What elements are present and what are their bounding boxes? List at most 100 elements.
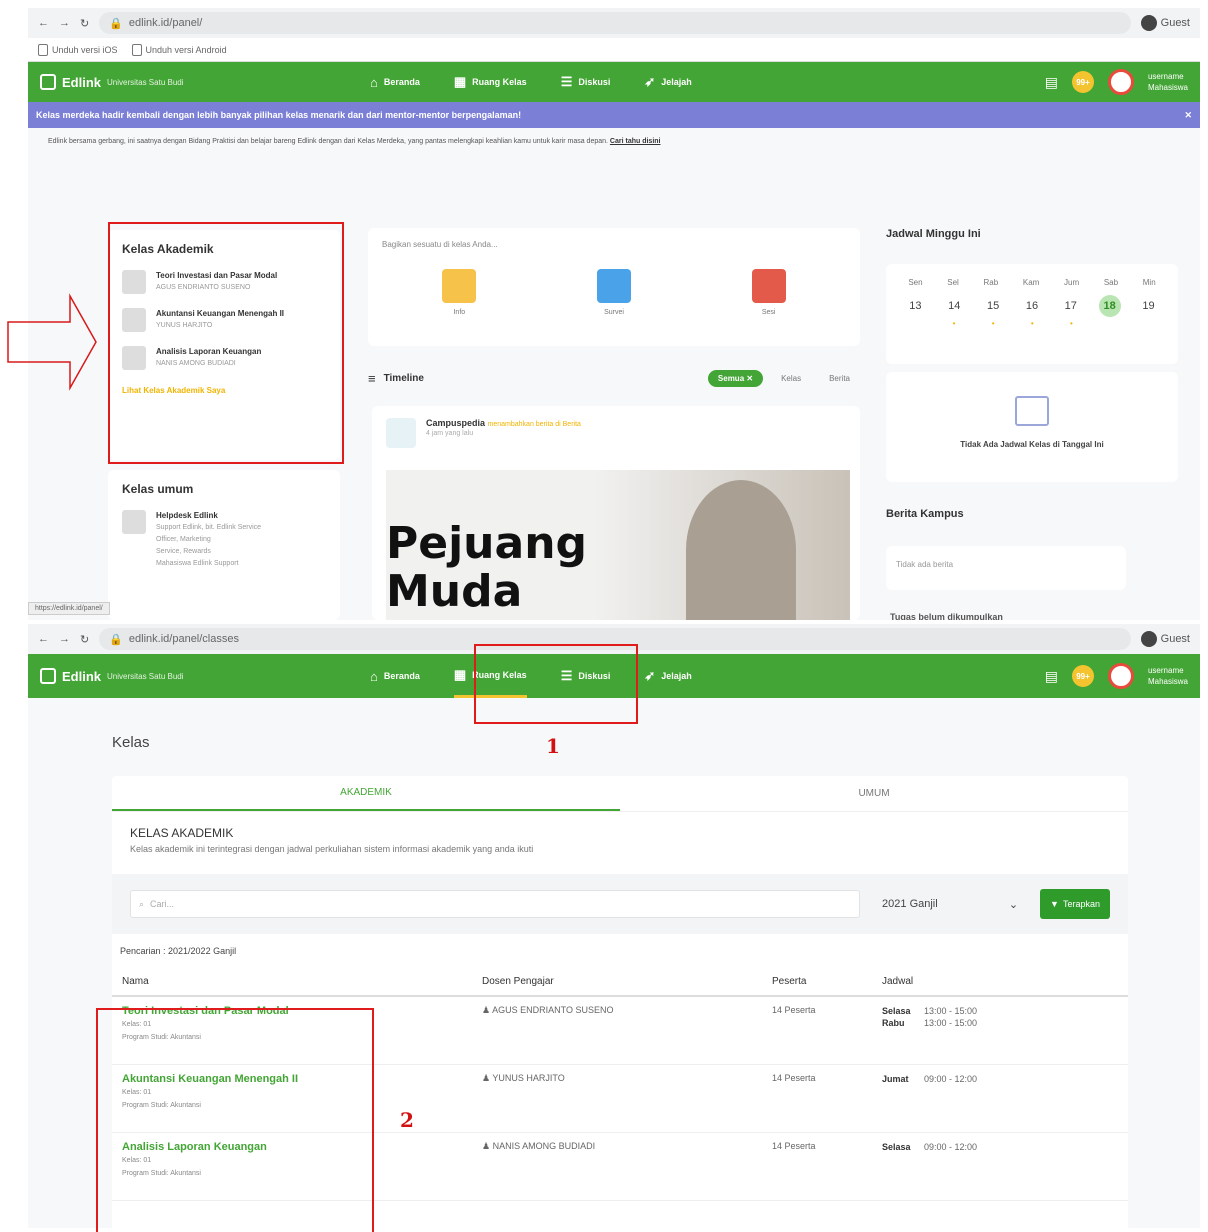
back-icon[interactable]: ← (38, 633, 49, 645)
address-bar[interactable]: 🔒 edlink.id/panel/ (99, 12, 1131, 34)
reload-icon[interactable]: ↻ (80, 633, 89, 646)
forward-icon[interactable]: → (59, 633, 70, 645)
post-time: 4 jam yang lalu (426, 430, 474, 437)
notification-bell-icon[interactable]: 99+ (1071, 71, 1094, 93)
date-cell[interactable]: 17 (1060, 295, 1082, 317)
class-prodi: Program Studi: Akuntansi (122, 1169, 201, 1177)
nav-label: Jelajah (661, 77, 692, 87)
shortcut-sesi[interactable]: Sesi (751, 269, 786, 316)
user-avatar[interactable] (1107, 69, 1134, 95)
bookmark-ios[interactable]: Unduh versi iOS (38, 43, 118, 56)
tab-umum[interactable]: UMUM (620, 776, 1128, 811)
class-title: Akuntansi Keuangan Menengah II (156, 309, 285, 318)
notice-link[interactable]: Cari tahu disini (610, 138, 661, 145)
table-row[interactable]: Teori Investasi dan Pasar Modal Kelas: 01… (112, 996, 1128, 1065)
profile-button[interactable]: Guest (1140, 15, 1190, 31)
class-item[interactable]: Akuntansi Keuangan Menengah II YUNUS HARJ… (122, 308, 326, 332)
phone-icon (38, 43, 48, 56)
apply-button[interactable]: ▼ Terapkan (1040, 889, 1110, 919)
schedule-time: 09:00 - 12:00 (924, 1141, 978, 1152)
lihat-kelas-link[interactable]: Lihat Kelas Akademik Saya (122, 386, 326, 395)
no-news-card: Tidak ada berita (886, 546, 1126, 590)
class-title: Teori Investasi dan Pasar Modal (156, 271, 278, 280)
search-input[interactable]: ⌕ Cari... (130, 890, 861, 918)
nav-jelajah[interactable]: ➶ Jelajah (644, 668, 691, 684)
empty-dot (1148, 319, 1150, 328)
class-item[interactable]: Teori Investasi dan Pasar Modal AGUS ENDR… (122, 270, 326, 294)
nav-diskusi[interactable]: ☰ Diskusi (561, 74, 611, 90)
back-icon[interactable]: ← (38, 17, 49, 29)
class-thumbnail (122, 510, 146, 534)
notice-text: Edlink bersama gerbang, ini saatnya deng… (28, 128, 1200, 155)
timeline-post[interactable]: Campuspedia menambahkan berita di Berita… (372, 406, 860, 620)
document-icon[interactable]: ▤ (1045, 74, 1058, 91)
table-row[interactable]: Analisis Laporan Keuangan Kelas: 01 Progra… (112, 1132, 1128, 1201)
address-bar[interactable]: 🔒 edlink.id/panel/classes (99, 628, 1131, 650)
brand-logo[interactable]: Edlink Universitas Satu Budi (40, 668, 370, 684)
shortcut-survei[interactable]: Survei (596, 269, 631, 316)
timeline-header: ≡ Timeline Semua ✕ Kelas Berita (368, 370, 860, 387)
bookmark-android[interactable]: Unduh versi Android (131, 43, 227, 56)
classes-screenshot: ← → ↻ 🔒 edlink.id/panel/classes Guest Edl… (28, 624, 1200, 1228)
close-icon[interactable]: ✕ (1184, 110, 1192, 121)
col-jadwal: Jadwal (872, 968, 1128, 997)
nav-label: Beranda (383, 671, 420, 681)
user-role: Mahasiswa (1147, 83, 1188, 92)
date-cell-selected[interactable]: 18 (1098, 295, 1121, 317)
no-schedule-text: Tidak Ada Jadwal Kelas di Tanggal Ini (960, 440, 1104, 449)
reload-icon[interactable]: ↻ (80, 17, 89, 30)
apply-label: Terapkan (1062, 899, 1100, 909)
date-cell[interactable]: 15 (982, 295, 1004, 317)
section-desc: Kelas akademik ini terintegrasi dengan j… (130, 844, 534, 854)
class-lecturer: YUNUS HARJITO (156, 322, 213, 329)
date-cell[interactable]: 19 (1137, 295, 1159, 317)
date-cell[interactable]: 14 (943, 295, 965, 317)
post-author[interactable]: Campuspedia (426, 418, 485, 428)
survey-icon (596, 269, 631, 303)
class-item[interactable]: Helpdesk Edlink Support Edlink, bit. Edl… (122, 510, 326, 569)
class-name-link[interactable]: Akuntansi Keuangan Menengah II (122, 1073, 462, 1085)
nav-ruang-kelas[interactable]: ▦ Ruang Kelas (453, 655, 527, 698)
day-label: Kam (1022, 278, 1040, 287)
user-avatar[interactable] (1107, 663, 1134, 689)
table-row[interactable]: Akuntansi Keuangan Menengah II Kelas: 01 P… (112, 1064, 1128, 1133)
class-lecturer: AGUS ENDRIANTO SUSENO (156, 284, 251, 291)
class-desc: Officer, Marketing (156, 536, 211, 543)
user-name: username (1147, 666, 1184, 675)
filter-semua[interactable]: Semua ✕ (707, 370, 764, 387)
post-image[interactable]: Pejuang Muda (386, 470, 850, 620)
date-cell[interactable]: 16 (1021, 295, 1043, 317)
shortcuts-card: Bagikan sesuatu di kelas Anda... Info Su… (368, 228, 860, 346)
promo-banner[interactable]: Kelas merdeka hadir kembali dengan lebih… (28, 102, 1200, 128)
class-name-link[interactable]: Teori Investasi dan Pasar Modal (122, 1005, 462, 1017)
filter-kelas[interactable]: Kelas (771, 370, 811, 387)
nav-label: Beranda (383, 77, 420, 87)
class-name-link[interactable]: Analisis Laporan Keuangan (122, 1141, 462, 1153)
brand-logo[interactable]: Edlink Universitas Satu Budi (40, 74, 370, 90)
brand-name: Edlink (62, 74, 102, 90)
nav-beranda[interactable]: ⌂ Beranda (370, 669, 420, 684)
profile-button[interactable]: Guest (1140, 631, 1190, 647)
jadwal-title: Jadwal Minggu Ini (886, 228, 981, 240)
date-cell[interactable]: 13 (904, 295, 926, 317)
share-prompt[interactable]: Bagikan sesuatu di kelas Anda... (382, 240, 846, 249)
annotation-label-2: 2 (400, 1108, 414, 1132)
semester-select[interactable]: 2021 Ganjil ⌄ (882, 890, 1018, 918)
schedule-day: Rabu (882, 1018, 905, 1028)
notification-bell-icon[interactable]: 99+ (1071, 665, 1094, 687)
day-label: Sen (908, 278, 923, 287)
tab-akademik[interactable]: AKADEMIK (112, 776, 620, 811)
filter-berita[interactable]: Berita (819, 370, 860, 387)
nav-diskusi[interactable]: ☰ Diskusi (561, 668, 611, 684)
nav-beranda[interactable]: ⌂ Beranda (370, 75, 420, 90)
forward-icon[interactable]: → (59, 17, 70, 29)
nav-ruang-kelas[interactable]: ▦ Ruang Kelas (454, 74, 527, 90)
class-item[interactable]: Analisis Laporan Keuangan NANIS AMONG BUD… (122, 346, 326, 370)
document-icon[interactable]: ▤ (1045, 668, 1058, 685)
user-info[interactable]: username Mahasiswa (1148, 665, 1188, 687)
nav-jelajah[interactable]: ➶ Jelajah (644, 74, 691, 90)
no-schedule-card: Tidak Ada Jadwal Kelas di Tanggal Ini (886, 372, 1178, 482)
university-name: Universitas Satu Budi (107, 671, 184, 681)
shortcut-info[interactable]: Info (442, 269, 477, 316)
user-info[interactable]: username Mahasiswa (1148, 71, 1188, 93)
